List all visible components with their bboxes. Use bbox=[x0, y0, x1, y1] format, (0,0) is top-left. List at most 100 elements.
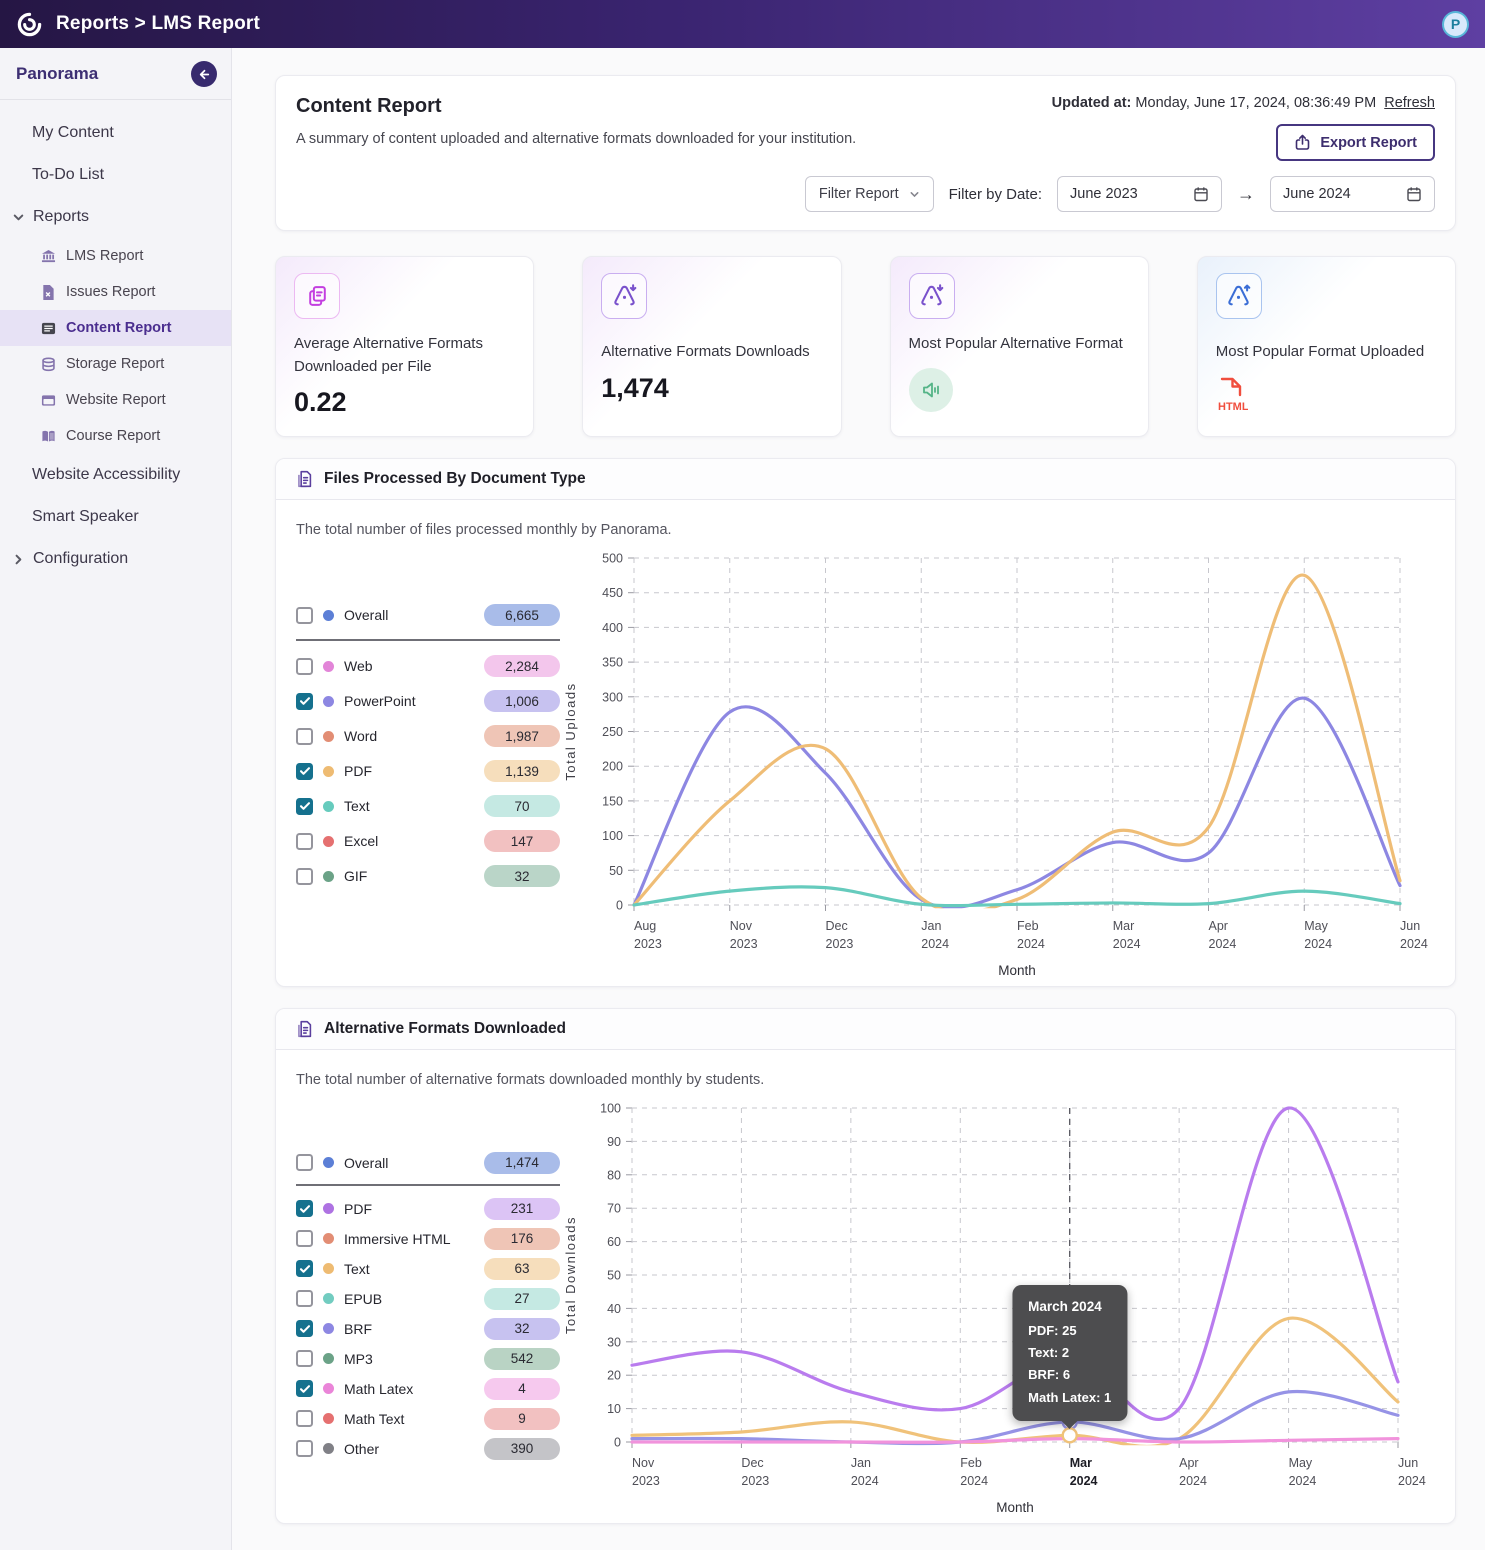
files-processed-panel: Files Processed By Document Type The tot… bbox=[275, 458, 1456, 987]
refresh-link[interactable]: Refresh bbox=[1384, 95, 1435, 111]
stat-label: Average Alternative Formats Downloaded p… bbox=[294, 333, 509, 378]
arrow-left-icon bbox=[198, 68, 211, 81]
legend-checkbox-math-text[interactable] bbox=[296, 1410, 313, 1427]
svg-text:HTML: HTML bbox=[1218, 401, 1248, 413]
legend-checkbox-word[interactable] bbox=[296, 728, 313, 745]
svg-text:2023: 2023 bbox=[730, 937, 758, 951]
count-badge: 32 bbox=[484, 865, 560, 887]
svg-text:Aug: Aug bbox=[634, 919, 656, 933]
legend-checkbox-pdf[interactable] bbox=[296, 763, 313, 780]
sidebar-item-todo-list[interactable]: To-Do List bbox=[0, 154, 231, 196]
legend-label: Excel bbox=[344, 833, 474, 849]
sidebar-item-issues-report[interactable]: Issues Report bbox=[0, 274, 231, 310]
legend-item-math-latex: Math Latex4 bbox=[296, 1374, 560, 1404]
sidebar-item-website-report[interactable]: Website Report bbox=[0, 382, 231, 418]
svg-text:50: 50 bbox=[607, 1268, 621, 1282]
svg-text:Mar: Mar bbox=[1113, 919, 1135, 933]
series-color-dot bbox=[323, 1233, 334, 1244]
sidebar-item-reports[interactable]: Reports bbox=[0, 196, 231, 238]
legend-checkbox-mp3[interactable] bbox=[296, 1350, 313, 1367]
legend-item-word: Word1,987 bbox=[296, 719, 560, 754]
sidebar-item-smart-speaker[interactable]: Smart Speaker bbox=[0, 496, 231, 538]
legend-checkbox-powerpoint[interactable] bbox=[296, 693, 313, 710]
svg-text:2024: 2024 bbox=[1209, 937, 1237, 951]
svg-text:50: 50 bbox=[609, 863, 623, 877]
date-to-input[interactable]: June 2024 bbox=[1270, 176, 1435, 212]
svg-text:2023: 2023 bbox=[826, 937, 854, 951]
svg-text:Feb: Feb bbox=[960, 1456, 982, 1470]
sidebar-item-configuration[interactable]: Configuration bbox=[0, 538, 231, 580]
svg-text:30: 30 bbox=[607, 1335, 621, 1349]
svg-text:Apr: Apr bbox=[1179, 1456, 1198, 1470]
svg-text:400: 400 bbox=[602, 620, 623, 634]
chevron-down-icon bbox=[909, 189, 920, 200]
sidebar-item-website-accessibility[interactable]: Website Accessibility bbox=[0, 454, 231, 496]
stat-label: Most Popular Alternative Format bbox=[909, 333, 1124, 356]
breadcrumb: Reports > LMS Report bbox=[56, 13, 260, 35]
svg-text:Month: Month bbox=[998, 963, 1036, 978]
legend-checkbox-overall[interactable] bbox=[296, 1154, 313, 1171]
legend-label: Word bbox=[344, 728, 474, 744]
series-color-dot bbox=[323, 610, 334, 621]
svg-text:Jun: Jun bbox=[1400, 919, 1420, 933]
sidebar-collapse-button[interactable] bbox=[191, 61, 217, 87]
sidebar-item-my-content[interactable]: My Content bbox=[0, 112, 231, 154]
svg-text:80: 80 bbox=[607, 1168, 621, 1182]
sidebar-item-course-report[interactable]: Course Report bbox=[0, 418, 231, 454]
legend-checkbox-web[interactable] bbox=[296, 658, 313, 675]
app-window: Reports > LMS Report P Panorama My Conte… bbox=[0, 0, 1485, 1550]
legend-checkbox-excel[interactable] bbox=[296, 833, 313, 850]
file-x-icon bbox=[40, 285, 56, 300]
legend-checkbox-overall[interactable] bbox=[296, 607, 313, 624]
svg-text:Mar: Mar bbox=[1070, 1456, 1092, 1470]
svg-text:450: 450 bbox=[602, 586, 623, 600]
legend-checkbox-immersive-html[interactable] bbox=[296, 1230, 313, 1247]
legend-checkbox-text[interactable] bbox=[296, 798, 313, 815]
legend-item-web: Web2,284 bbox=[296, 649, 560, 684]
legend-item-overall: Overall 1,474 bbox=[296, 1148, 560, 1178]
count-badge: 390 bbox=[484, 1438, 560, 1460]
stat-value: 0.22 bbox=[294, 387, 515, 418]
legend-label: PowerPoint bbox=[344, 693, 474, 709]
svg-text:2024: 2024 bbox=[1179, 1474, 1207, 1488]
chart-legend: Overall6,665Web2,284PowerPoint1,006Word1… bbox=[296, 598, 560, 894]
legend-checkbox-math-latex[interactable] bbox=[296, 1380, 313, 1397]
series-color-dot bbox=[323, 836, 334, 847]
legend-label: PDF bbox=[344, 763, 474, 779]
main-content: Content Report A summary of content uplo… bbox=[232, 48, 1485, 1550]
brand-logo-icon bbox=[16, 11, 43, 38]
legend-label: Overall bbox=[344, 1155, 474, 1171]
downloads-line-chart: 0102030405060708090100Nov2023Dec2023Jan2… bbox=[560, 1094, 1455, 1523]
legend-checkbox-pdf[interactable] bbox=[296, 1200, 313, 1217]
user-avatar[interactable]: P bbox=[1442, 11, 1469, 38]
filter-report-dropdown[interactable]: Filter Report bbox=[805, 176, 934, 212]
stat-card-most-popular-format-uploaded: Most Popular Format Uploaded HTML bbox=[1197, 256, 1456, 437]
series-color-dot bbox=[323, 1323, 334, 1334]
legend-checkbox-gif[interactable] bbox=[296, 868, 313, 885]
legend-checkbox-other[interactable] bbox=[296, 1440, 313, 1457]
legend-checkbox-text[interactable] bbox=[296, 1260, 313, 1277]
legend-label: Math Latex bbox=[344, 1381, 474, 1397]
sidebar-item-content-report[interactable]: Content Report bbox=[0, 310, 231, 346]
sidebar-item-storage-report[interactable]: Storage Report bbox=[0, 346, 231, 382]
count-badge: 176 bbox=[484, 1228, 560, 1250]
legend-label: PDF bbox=[344, 1201, 474, 1217]
count-badge: 1,474 bbox=[484, 1152, 560, 1174]
legend-checkbox-epub[interactable] bbox=[296, 1290, 313, 1307]
svg-text:Apr: Apr bbox=[1209, 919, 1228, 933]
sidebar-item-lms-report[interactable]: LMS Report bbox=[0, 238, 231, 274]
date-from-input[interactable]: June 2023 bbox=[1057, 176, 1222, 212]
export-report-button[interactable]: Export Report bbox=[1276, 124, 1435, 161]
svg-text:Feb: Feb bbox=[1017, 919, 1039, 933]
chart-tooltip: March 2024PDF: 25Text: 2BRF: 6Math Latex… bbox=[1012, 1285, 1127, 1422]
stat-cards-row: Average Alternative Formats Downloaded p… bbox=[275, 256, 1456, 437]
svg-text:40: 40 bbox=[607, 1301, 621, 1315]
legend-label: Math Text bbox=[344, 1411, 474, 1427]
legend-checkbox-brf[interactable] bbox=[296, 1320, 313, 1337]
svg-text:2024: 2024 bbox=[1070, 1474, 1098, 1488]
svg-text:250: 250 bbox=[602, 725, 623, 739]
svg-text:500: 500 bbox=[602, 551, 623, 565]
series-color-dot bbox=[323, 1263, 334, 1274]
legend-item-mp3: MP3542 bbox=[296, 1344, 560, 1374]
alt-format-download-icon bbox=[909, 273, 955, 319]
